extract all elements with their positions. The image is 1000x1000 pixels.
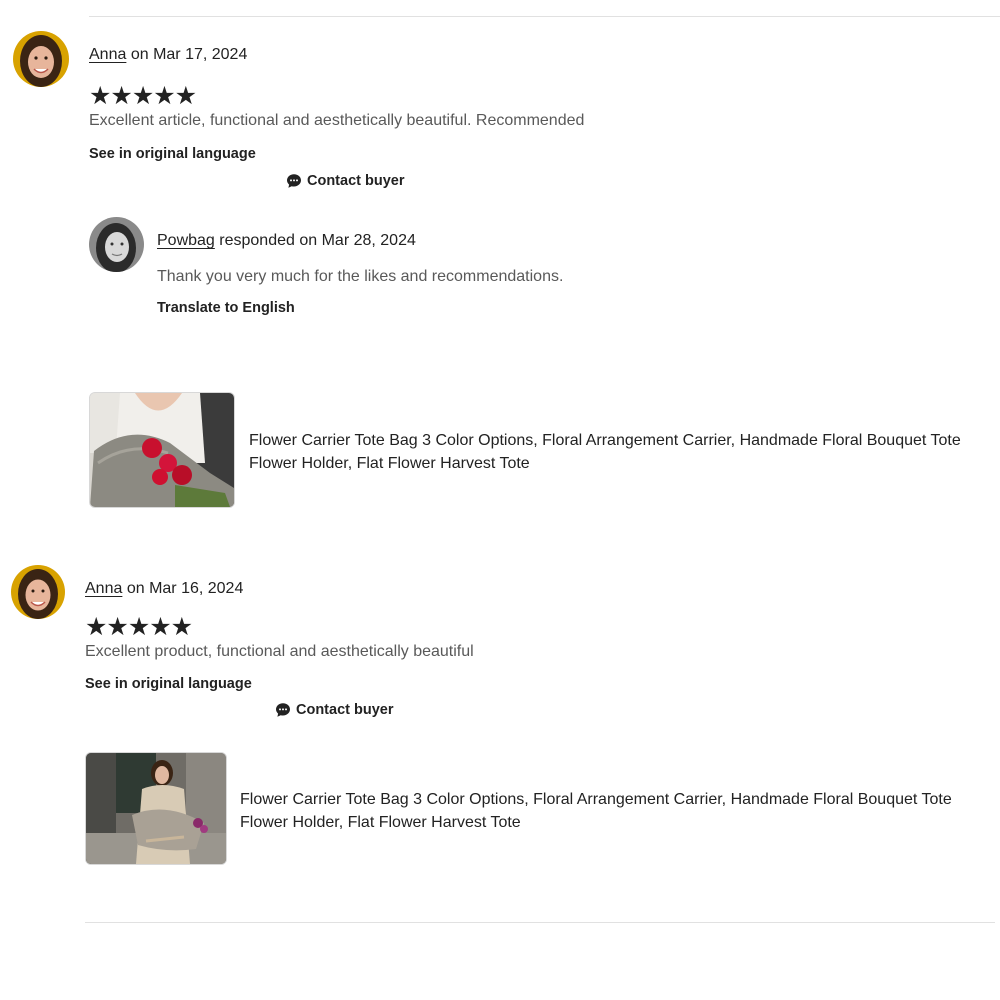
chat-bubble-icon <box>287 174 301 188</box>
top-divider <box>89 16 1000 17</box>
review-meta: Anna on Mar 17, 2024 <box>89 46 247 64</box>
contact-buyer-label: Contact buyer <box>296 702 394 718</box>
reviewer-name-link[interactable]: Anna <box>85 580 122 597</box>
review-date: on Mar 17, 2024 <box>130 46 248 63</box>
seller-name-link[interactable]: Powbag <box>157 232 215 249</box>
product-title-link[interactable]: Flower Carrier Tote Bag 3 Color Options,… <box>240 788 955 834</box>
reviewer-name-link[interactable]: Anna <box>89 46 126 63</box>
product-thumbnail[interactable] <box>85 752 227 865</box>
response-date: responded on Mar 28, 2024 <box>219 232 416 249</box>
response-text: Thank you very much for the likes and re… <box>157 268 564 285</box>
product-thumbnail[interactable] <box>89 392 235 508</box>
chat-bubble-icon <box>276 703 290 717</box>
review-meta: Anna on Mar 16, 2024 <box>85 580 243 598</box>
see-original-language-button[interactable]: See in original language <box>89 146 256 162</box>
review-text: Excellent article, functional and aesthe… <box>89 112 585 129</box>
response-meta: Powbag responded on Mar 28, 2024 <box>157 232 416 250</box>
contact-buyer-button[interactable]: Contact buyer <box>275 702 394 718</box>
star-rating: ★★★★★ <box>89 82 197 110</box>
star-rating: ★★★★★ <box>85 613 193 641</box>
contact-buyer-button[interactable]: Contact buyer <box>286 173 405 189</box>
review-date: on Mar 16, 2024 <box>126 580 244 597</box>
translate-to-english-button[interactable]: Translate to English <box>157 300 295 316</box>
review-text: Excellent product, functional and aesthe… <box>85 643 474 660</box>
product-title-link[interactable]: Flower Carrier Tote Bag 3 Color Options,… <box>249 429 984 475</box>
contact-buyer-label: Contact buyer <box>307 173 405 189</box>
see-original-language-button[interactable]: See in original language <box>85 676 252 692</box>
seller-avatar[interactable] <box>89 217 144 272</box>
reviewer-avatar[interactable] <box>13 31 69 87</box>
reviewer-avatar[interactable] <box>11 565 65 619</box>
bottom-divider <box>85 922 995 923</box>
